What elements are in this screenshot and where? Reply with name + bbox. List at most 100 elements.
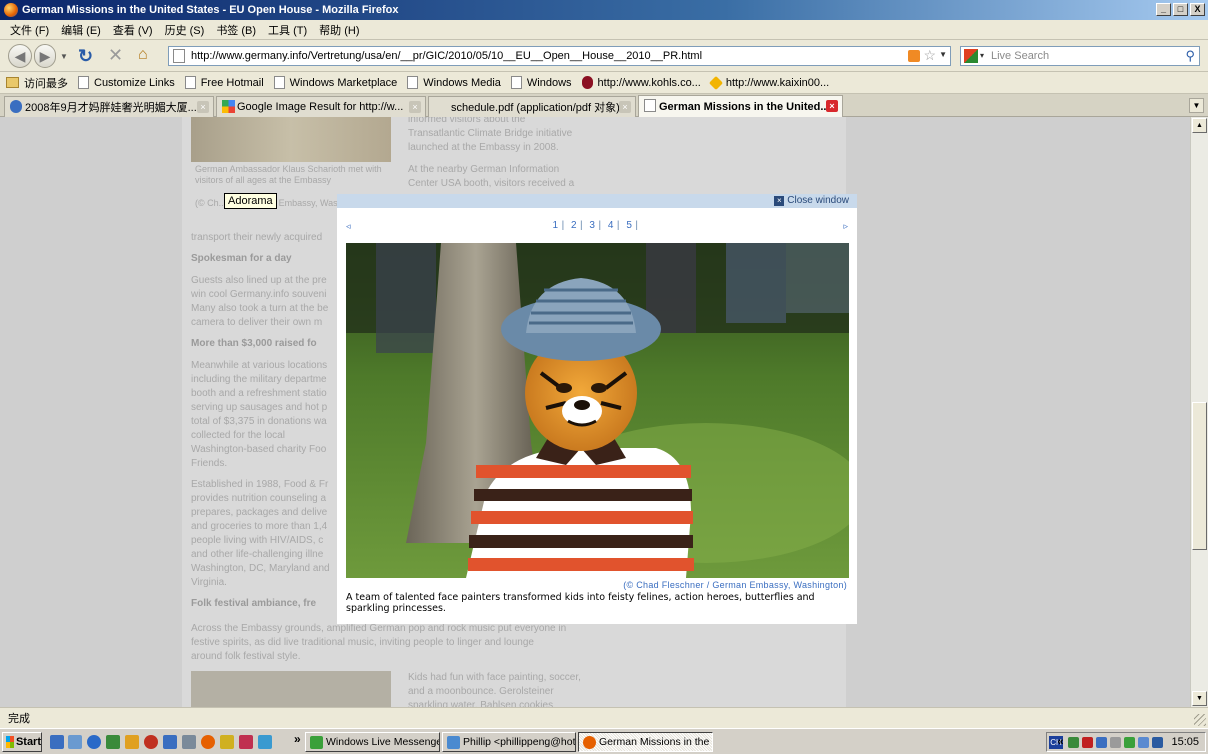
site-icon bbox=[10, 100, 22, 113]
page-link-2[interactable]: 2 bbox=[571, 220, 577, 231]
heading-spokesman: Spokesman for a day bbox=[191, 253, 292, 264]
url-dropdown-icon[interactable]: ▼ bbox=[939, 50, 947, 59]
bookmark-windows-media[interactable]: Windows Media bbox=[407, 76, 501, 89]
bookmark-windows-marketplace[interactable]: Windows Marketplace bbox=[273, 76, 397, 89]
page-icon bbox=[510, 76, 522, 89]
bookmark-customize-links[interactable]: Customize Links bbox=[78, 76, 175, 89]
quicklaunch-app-icon[interactable] bbox=[106, 735, 120, 749]
task-phillip-chat[interactable]: Phillip <phillippeng@hot... bbox=[442, 732, 576, 752]
quicklaunch-misc-icon[interactable] bbox=[258, 735, 272, 749]
search-box[interactable]: ▾ Live Search ⚲ bbox=[960, 46, 1200, 66]
tab-2008[interactable]: 2008年9月才妈胖娃奢光明媚大厦... × bbox=[4, 96, 214, 117]
quicklaunch-qq-icon[interactable] bbox=[220, 735, 234, 749]
menu-help[interactable]: 帮助 (H) bbox=[315, 22, 367, 38]
scroll-thumb[interactable] bbox=[1192, 402, 1207, 550]
quicklaunch-chrome-icon[interactable] bbox=[144, 735, 158, 749]
google-icon bbox=[222, 100, 235, 113]
vertical-scrollbar[interactable]: ▲ ▼ bbox=[1190, 117, 1208, 707]
page-link-1[interactable]: 1 bbox=[553, 220, 559, 231]
maximize-button[interactable]: □ bbox=[1173, 3, 1188, 16]
photo-caption: German Ambassador Klaus Scharioth met wi… bbox=[195, 164, 382, 185]
tab-google-image[interactable]: Google Image Result for http://w... × bbox=[216, 96, 426, 117]
tray-speaker-icon[interactable] bbox=[1138, 736, 1150, 748]
quicklaunch-media-icon[interactable] bbox=[125, 735, 139, 749]
minimize-button[interactable]: _ bbox=[1156, 3, 1171, 16]
bookmark-kohls[interactable]: http://www.kohls.co... bbox=[581, 76, 701, 89]
menu-history[interactable]: 历史 (S) bbox=[161, 22, 213, 38]
menu-file[interactable]: 文件 (F) bbox=[6, 22, 57, 38]
tray-app-icon[interactable] bbox=[1110, 736, 1122, 748]
page-icon bbox=[184, 76, 196, 89]
scroll-up-icon[interactable]: ▲ bbox=[1192, 118, 1207, 133]
scroll-down-icon[interactable]: ▼ bbox=[1192, 691, 1207, 706]
bookmark-kaixin[interactable]: http://www.kaixin00... bbox=[708, 75, 829, 90]
system-tray: « 15:05 bbox=[1046, 732, 1206, 752]
quicklaunch-settings-icon[interactable] bbox=[182, 735, 196, 749]
tray-update-icon[interactable] bbox=[1152, 736, 1164, 748]
face-painted-child-photo bbox=[346, 243, 849, 578]
history-dropdown-icon[interactable]: ▼ bbox=[60, 52, 68, 61]
bookmark-star-icon[interactable]: ☆ bbox=[923, 47, 936, 64]
bookmark-most-visited[interactable]: 访问最多 bbox=[6, 75, 68, 91]
lightbox-header: × Close window bbox=[337, 194, 857, 208]
tab-close-icon[interactable]: × bbox=[619, 101, 631, 113]
search-icon[interactable]: ⚲ bbox=[1185, 48, 1195, 64]
quicklaunch-tool-icon[interactable] bbox=[163, 735, 177, 749]
quicklaunch-desktop-icon[interactable] bbox=[50, 735, 64, 749]
quicklaunch-office-icon[interactable] bbox=[239, 735, 253, 749]
next-arrow-icon[interactable]: ▹ bbox=[843, 221, 848, 232]
tab-close-icon[interactable]: × bbox=[409, 101, 421, 113]
close-window-link[interactable]: × Close window bbox=[774, 195, 849, 206]
kids-paragraph: Kids had fun with face painting, soccer,… bbox=[408, 672, 581, 707]
menu-tools[interactable]: 工具 (T) bbox=[264, 22, 315, 38]
folder-icon bbox=[6, 77, 19, 88]
stop-icon[interactable]: ✕ bbox=[108, 45, 123, 66]
photo-caption-lightbox: A team of talented face painters transfo… bbox=[346, 592, 815, 614]
resize-grip-icon[interactable] bbox=[1194, 714, 1206, 726]
tray-chevron[interactable]: « bbox=[1057, 736, 1063, 748]
page-link-4[interactable]: 4 bbox=[608, 220, 614, 231]
forward-button[interactable]: ▶ bbox=[34, 44, 56, 68]
task-firefox[interactable]: German Missions in the U... bbox=[578, 732, 713, 752]
heading-folk-festival: Folk festival ambiance, fre bbox=[191, 598, 317, 609]
bookmark-free-hotmail[interactable]: Free Hotmail bbox=[184, 76, 264, 89]
tab-list-button[interactable]: ▼ bbox=[1189, 98, 1204, 113]
engine-dropdown-icon[interactable]: ▾ bbox=[980, 51, 984, 60]
tab-schedule-pdf[interactable]: schedule.pdf (application/pdf 对象) × bbox=[428, 96, 636, 117]
start-button[interactable]: Start bbox=[2, 732, 42, 752]
page-link-5[interactable]: 5 bbox=[626, 220, 632, 231]
quicklaunch-chevron[interactable]: » bbox=[294, 732, 301, 746]
page-link-3[interactable]: 3 bbox=[589, 220, 595, 231]
tray-antivirus-icon[interactable] bbox=[1082, 736, 1094, 748]
page-icon bbox=[173, 49, 185, 63]
back-button[interactable]: ◀ bbox=[8, 44, 32, 68]
taskbar: Start » Windows Live Messenger Phillip <… bbox=[0, 728, 1208, 754]
url-text: http://www.germany.info/Vertretung/usa/e… bbox=[191, 50, 703, 62]
close-button[interactable]: X bbox=[1190, 3, 1205, 16]
search-engine-icon[interactable] bbox=[964, 49, 978, 63]
menu-bookmarks[interactable]: 书签 (B) bbox=[212, 22, 264, 38]
menu-edit[interactable]: 编辑 (E) bbox=[57, 22, 109, 38]
page-icon bbox=[273, 76, 285, 89]
menu-view[interactable]: 查看 (V) bbox=[109, 22, 161, 38]
tab-german-missions[interactable]: German Missions in the United... × bbox=[638, 95, 843, 117]
home-icon[interactable]: ⌂ bbox=[138, 46, 148, 64]
tab-close-icon[interactable]: × bbox=[197, 101, 209, 113]
ambassador-photo bbox=[191, 117, 391, 162]
tab-close-icon[interactable]: × bbox=[826, 100, 838, 112]
clock: 15:05 bbox=[1171, 736, 1199, 748]
tray-messenger-icon[interactable] bbox=[1124, 736, 1136, 748]
quicklaunch-ie-icon[interactable] bbox=[87, 735, 101, 749]
quicklaunch-firefox-icon[interactable] bbox=[201, 735, 215, 749]
bookmark-windows[interactable]: Windows bbox=[510, 76, 572, 89]
menu-bar: 文件 (F) 编辑 (E) 查看 (V) 历史 (S) 书签 (B) 工具 (T… bbox=[0, 20, 1208, 40]
rss-icon[interactable] bbox=[908, 50, 920, 62]
reload-icon[interactable]: ↻ bbox=[78, 46, 93, 67]
task-windows-live-messenger[interactable]: Windows Live Messenger bbox=[305, 732, 440, 752]
tray-shield-icon[interactable] bbox=[1096, 736, 1108, 748]
firefox-icon bbox=[583, 736, 596, 749]
quicklaunch-explorer-icon[interactable] bbox=[68, 735, 82, 749]
tray-network-icon[interactable] bbox=[1068, 736, 1080, 748]
url-bar[interactable]: http://www.germany.info/Vertretung/usa/e… bbox=[168, 46, 951, 66]
article-body-left: transport their newly acquired Spokesman… bbox=[191, 232, 330, 609]
